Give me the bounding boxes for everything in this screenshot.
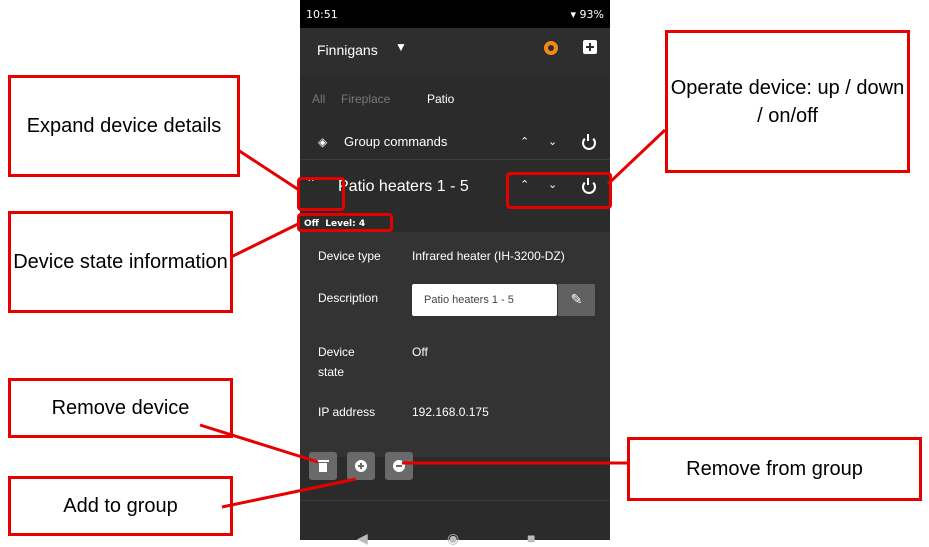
battery-level: 93% bbox=[579, 8, 604, 21]
home-icon[interactable]: ◉ bbox=[447, 530, 459, 547]
tab-fireplace[interactable]: Fireplace bbox=[341, 92, 390, 106]
group-up-button[interactable]: ⌃ bbox=[520, 135, 529, 148]
add-icon[interactable] bbox=[583, 40, 597, 54]
device-details: Device type Infrared heater (IH-3200-DZ)… bbox=[300, 232, 610, 457]
device-state-label-1: Device bbox=[318, 345, 355, 359]
tab-patio[interactable]: Patio bbox=[427, 92, 454, 106]
minus-circle-icon bbox=[393, 460, 405, 472]
leader-operate bbox=[606, 128, 667, 186]
ip-value: 192.168.0.175 bbox=[412, 405, 489, 419]
divider bbox=[300, 500, 610, 501]
device-title: Patio heaters 1 - 5 bbox=[338, 178, 469, 195]
leader-expand bbox=[237, 148, 300, 192]
ip-label: IP address bbox=[318, 405, 376, 419]
state-highlight bbox=[297, 213, 393, 232]
status-time: 10:51 bbox=[306, 8, 338, 21]
plus-circle-icon bbox=[355, 460, 367, 472]
group-down-button[interactable]: ⌄ bbox=[548, 135, 557, 148]
tab-all[interactable]: All bbox=[312, 92, 325, 106]
group-commands-row: ◈ Group commands ⌃ ⌄ bbox=[300, 125, 610, 160]
remove-device-button[interactable] bbox=[309, 452, 337, 480]
add-to-group-button[interactable] bbox=[347, 452, 375, 480]
remove-from-group-button[interactable] bbox=[385, 452, 413, 480]
callout-remove-group: Remove from group bbox=[627, 437, 922, 501]
callout-remove-device: Remove device bbox=[8, 378, 233, 438]
type-value: Infrared heater (IH-3200-DZ) bbox=[412, 249, 565, 263]
status-icons: ▾ 93% bbox=[570, 8, 604, 21]
trash-icon bbox=[317, 460, 329, 472]
operate-highlight bbox=[506, 172, 612, 209]
description-value: Patio heaters 1 - 5 bbox=[424, 294, 514, 306]
group-power-button[interactable] bbox=[582, 134, 596, 150]
venue-selector[interactable]: Finnigans bbox=[317, 42, 378, 58]
recents-icon[interactable]: ■ bbox=[527, 530, 535, 546]
phone-screen: 10:51 ▾ 93% Finnigans ▼ All Fireplace Pa… bbox=[300, 0, 610, 540]
description-label: Description bbox=[318, 291, 379, 305]
group-commands-label: Group commands bbox=[344, 134, 448, 149]
description-input[interactable]: Patio heaters 1 - 5 bbox=[412, 284, 557, 316]
device-state-value: Off bbox=[412, 345, 428, 359]
edit-description-button[interactable]: ✎ bbox=[558, 284, 595, 316]
sync-icon[interactable] bbox=[544, 41, 558, 55]
callout-expand: Expand device details bbox=[8, 75, 240, 177]
leader-state bbox=[230, 221, 301, 259]
device-tabs: All Fireplace Patio bbox=[300, 86, 610, 112]
callout-add-group: Add to group bbox=[8, 476, 233, 536]
layers-icon: ◈ bbox=[318, 135, 328, 149]
callout-state: Device state information bbox=[8, 211, 233, 313]
chevron-down-icon[interactable]: ▼ bbox=[395, 40, 407, 54]
callout-operate: Operate device: up / down / on/off bbox=[665, 30, 910, 173]
status-bar: 10:51 ▾ 93% bbox=[300, 0, 610, 28]
type-label: Device type bbox=[318, 249, 381, 263]
expand-highlight bbox=[297, 177, 345, 211]
device-state-label-2: state bbox=[318, 365, 345, 379]
back-icon[interactable]: ◀ bbox=[357, 530, 368, 547]
app-bar: Finnigans ▼ bbox=[300, 28, 610, 76]
